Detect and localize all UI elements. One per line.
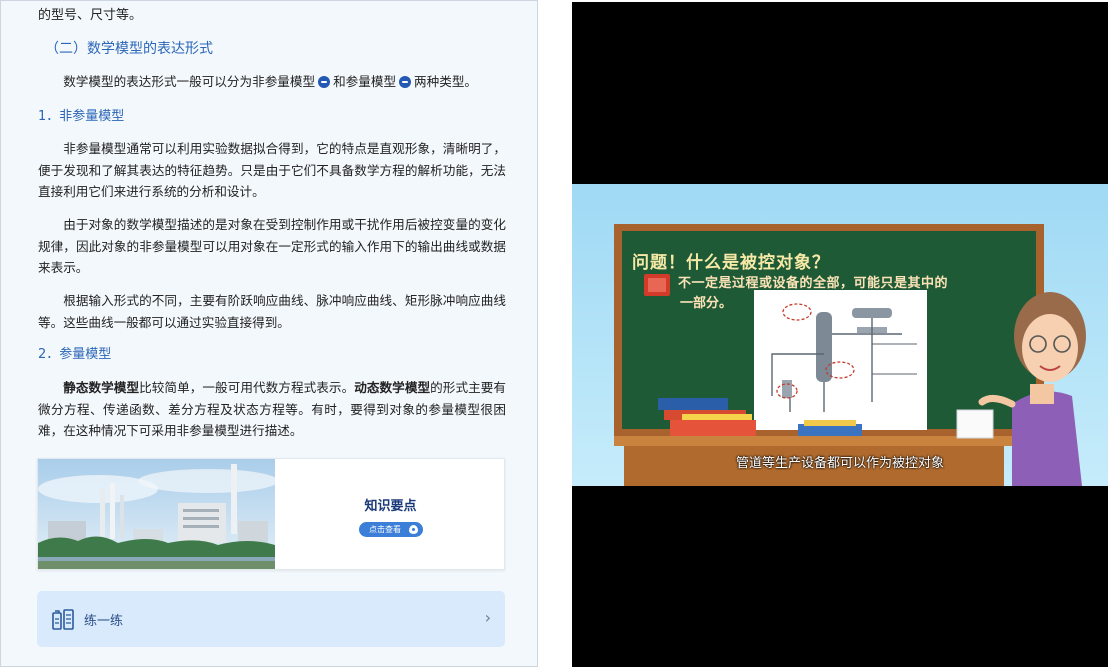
classroom-scene <box>572 184 1108 486</box>
video-subtitle: 管道等生产设备都可以作为被控对象 <box>735 456 944 471</box>
paragraph: 由于对象的数学模型描述的是对象在受到控制作用或干扰作用后被控变量的变化规律，因此… <box>38 217 506 275</box>
board-title: 问题！什么是被控对象？ <box>632 253 830 273</box>
knowledge-card-title: 知识要点 <box>364 499 417 514</box>
section-title: （二）数学模型的表达形式 <box>45 41 213 57</box>
text-fragment: 的型号、尺寸等。 <box>38 8 143 23</box>
practice-icon <box>52 609 74 630</box>
bold-term: 动态数学模型 <box>354 380 431 395</box>
board-text: 一部分。 <box>680 296 733 311</box>
subsection-title-parametric: 2．参量模型 <box>38 347 112 362</box>
subsection-title-nonparametric: 1．非参量模型 <box>38 109 125 124</box>
paragraph: 非参量模型通常可以利用实验数据拟合得到，它的特点是直观形象，清晰明了，便于发现和… <box>38 141 506 199</box>
paragraph-text: 比较简单，一般可用代数方程式表示。 <box>139 380 355 395</box>
chevron-right-icon: › <box>484 608 491 627</box>
view-button-label: 点击查看 <box>369 525 401 534</box>
view-button[interactable]: 点击查看 <box>359 522 423 537</box>
factory-image <box>38 459 275 569</box>
practice-label: 练一练 <box>84 614 124 629</box>
intro-text-3: 两种类型。 <box>414 74 477 89</box>
comment-icon[interactable] <box>318 76 331 88</box>
intro-paragraph: 数学模型的表达形式一般可以分为非参量模型 和参量模型 两种类型。 <box>38 71 506 93</box>
paragraph: 根据输入形式的不同，主要有阶跃响应曲线、脉冲响应曲线、矩形脉冲响应曲线等。这些曲… <box>38 293 506 330</box>
video-frame: 问题！什么是被控对象？ 不一定是过程或设备的全部，可能只是其中的 一部分。 管道… <box>572 184 1108 486</box>
comment-icon[interactable] <box>399 76 412 88</box>
knowledge-card[interactable]: 知识要点 点击查看 <box>37 458 505 570</box>
document-pane: 的型号、尺寸等。 （二）数学模型的表达形式 数学模型的表达形式一般可以分为非参量… <box>0 0 538 667</box>
intro-text-2: 和参量模型 <box>333 74 397 89</box>
paragraph: 静态数学模型比较简单，一般可用代数方程式表示。动态数学模型的形式主要有微分方程、… <box>38 377 506 442</box>
intro-text-1: 数学模型的表达形式一般可以分为非参量模型 <box>63 74 316 89</box>
bold-term: 静态数学模型 <box>63 380 140 395</box>
video-player[interactable]: 问题！什么是被控对象？ 不一定是过程或设备的全部，可能只是其中的 一部分。 管道… <box>572 2 1108 667</box>
practice-bar[interactable]: 练一练 › <box>37 591 505 647</box>
eye-icon <box>409 525 418 534</box>
board-text: 不一定是过程或设备的全部，可能只是其中的 <box>678 276 949 291</box>
